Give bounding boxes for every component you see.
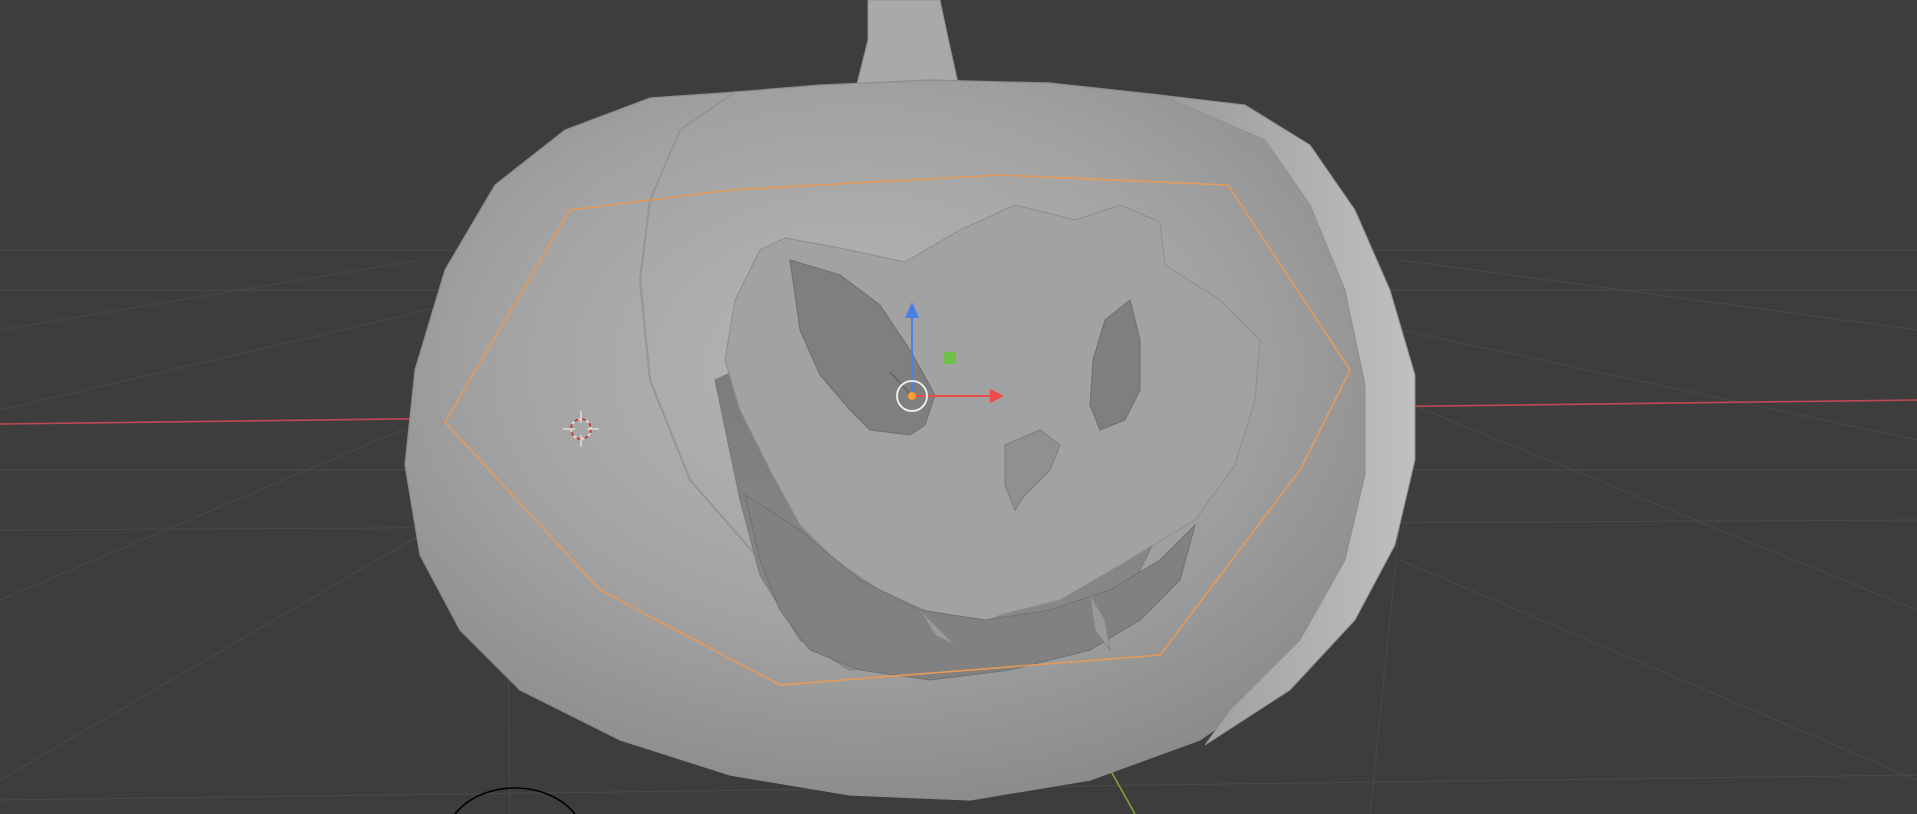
viewport-scene[interactable] bbox=[0, 0, 1917, 814]
gizmo-pivot bbox=[908, 392, 916, 400]
3d-viewport[interactable] bbox=[0, 0, 1917, 814]
light-object-icon[interactable] bbox=[454, 787, 576, 814]
pumpkin-object[interactable] bbox=[404, 0, 1416, 801]
gizmo-y-handle[interactable] bbox=[944, 352, 956, 364]
pumpkin-stem bbox=[854, 0, 961, 93]
